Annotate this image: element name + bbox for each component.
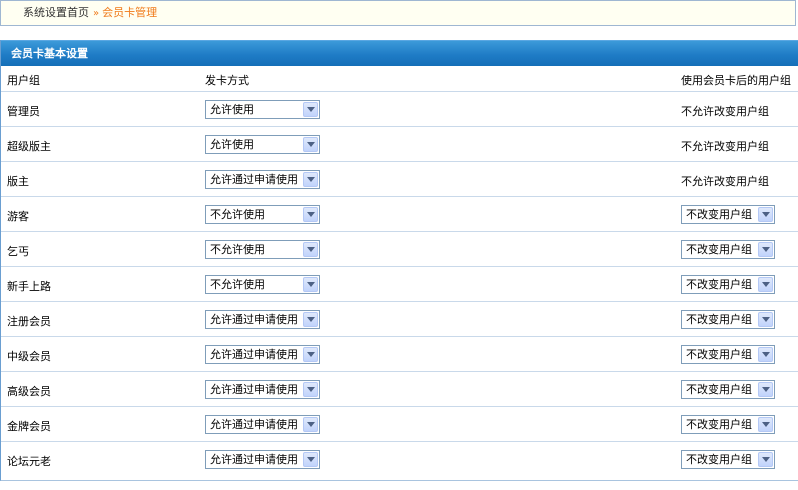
issue-method-value: 允许通过申请使用	[210, 173, 298, 186]
chevron-down-icon[interactable]	[303, 382, 318, 397]
membership-card-settings-panel: 会员卡基本设置 用户组 发卡方式 使用会员卡后的用户组 管理员 允许使用 不允许…	[0, 40, 798, 481]
user-group-name: 注册会员	[7, 315, 51, 328]
user-group-name: 管理员	[7, 105, 40, 118]
chevron-down-icon[interactable]	[303, 207, 318, 222]
chevron-down-icon[interactable]	[303, 137, 318, 152]
table-body: 管理员 允许使用 不允许改变用户组 超级版主 允许使用 不允许改变用户组 版主 …	[1, 92, 798, 477]
column-header-after: 使用会员卡后的用户组	[681, 74, 791, 87]
issue-method-select[interactable]: 不允许使用	[205, 275, 320, 294]
after-group-value: 不改变用户组	[686, 418, 752, 431]
chevron-down-icon[interactable]	[303, 347, 318, 362]
issue-method-value: 允许通过申请使用	[210, 348, 298, 361]
user-group-name: 论坛元老	[7, 455, 51, 468]
after-group-value: 不改变用户组	[686, 453, 752, 466]
issue-method-select[interactable]: 允许通过申请使用	[205, 380, 320, 399]
after-group-value: 不改变用户组	[686, 243, 752, 256]
chevron-down-icon[interactable]	[758, 382, 773, 397]
issue-method-select[interactable]: 允许通过申请使用	[205, 170, 320, 189]
user-group-name: 新手上路	[7, 280, 51, 293]
table-row: 版主 允许通过申请使用 不允许改变用户组	[1, 162, 798, 197]
after-group-value: 不改变用户组	[686, 348, 752, 361]
table-row: 游客 不允许使用 不改变用户组	[1, 197, 798, 232]
table-row: 乞丐 不允许使用 不改变用户组	[1, 232, 798, 267]
table-row: 论坛元老 允许通过申请使用 不改变用户组	[1, 442, 798, 477]
table-row: 超级版主 允许使用 不允许改变用户组	[1, 127, 798, 162]
after-group-select[interactable]: 不改变用户组	[681, 450, 775, 469]
chevron-down-icon[interactable]	[303, 242, 318, 257]
breadcrumb-home-link[interactable]: 系统设置首页	[23, 6, 89, 19]
after-group-select[interactable]: 不改变用户组	[681, 275, 775, 294]
chevron-down-icon[interactable]	[758, 452, 773, 467]
table-row: 注册会员 允许通过申请使用 不改变用户组	[1, 302, 798, 337]
after-group-value: 不改变用户组	[686, 208, 752, 221]
issue-method-value: 允许通过申请使用	[210, 383, 298, 396]
issue-method-select[interactable]: 允许通过申请使用	[205, 415, 320, 434]
issue-method-select[interactable]: 允许使用	[205, 100, 320, 119]
table-row: 中级会员 允许通过申请使用 不改变用户组	[1, 337, 798, 372]
user-group-name: 乞丐	[7, 245, 29, 258]
table-row: 金牌会员 允许通过申请使用 不改变用户组	[1, 407, 798, 442]
page: 系统设置首页 » 会员卡管理 会员卡基本设置 用户组 发卡方式 使用会员卡后的用户组…	[0, 0, 798, 490]
after-group-select[interactable]: 不改变用户组	[681, 415, 775, 434]
issue-method-value: 允许通过申请使用	[210, 453, 298, 466]
breadcrumb-current: 会员卡管理	[102, 6, 158, 19]
after-group-value: 不改变用户组	[686, 313, 752, 326]
issue-method-value: 允许通过申请使用	[210, 313, 298, 326]
user-group-name: 游客	[7, 210, 29, 223]
issue-method-value: 不允许使用	[210, 278, 265, 291]
issue-method-select[interactable]: 允许使用	[205, 135, 320, 154]
chevron-down-icon[interactable]	[303, 277, 318, 292]
chevron-down-icon[interactable]	[758, 312, 773, 327]
column-header-method: 发卡方式	[205, 74, 249, 87]
after-group-select[interactable]: 不改变用户组	[681, 240, 775, 259]
after-group-select[interactable]: 不改变用户组	[681, 380, 775, 399]
chevron-down-icon[interactable]	[303, 172, 318, 187]
after-group-select[interactable]: 不改变用户组	[681, 205, 775, 224]
after-group-text: 不允许改变用户组	[681, 175, 769, 188]
chevron-down-icon[interactable]	[303, 102, 318, 117]
after-group-value: 不改变用户组	[686, 383, 752, 396]
issue-method-value: 不允许使用	[210, 208, 265, 221]
user-group-name: 金牌会员	[7, 420, 51, 433]
issue-method-select[interactable]: 允许通过申请使用	[205, 345, 320, 364]
after-group-select[interactable]: 不改变用户组	[681, 310, 775, 329]
chevron-down-icon[interactable]	[758, 277, 773, 292]
column-header-group: 用户组	[7, 74, 40, 87]
table-header: 用户组 发卡方式 使用会员卡后的用户组	[1, 66, 798, 92]
table-row: 管理员 允许使用 不允许改变用户组	[1, 92, 798, 127]
breadcrumb: 系统设置首页 » 会员卡管理	[0, 0, 796, 26]
chevron-down-icon[interactable]	[758, 347, 773, 362]
user-group-name: 版主	[7, 175, 29, 188]
chevron-down-icon[interactable]	[758, 417, 773, 432]
chevron-down-icon[interactable]	[758, 207, 773, 222]
chevron-down-icon[interactable]	[303, 312, 318, 327]
issue-method-select[interactable]: 允许通过申请使用	[205, 450, 320, 469]
chevron-down-icon[interactable]	[303, 417, 318, 432]
chevron-down-icon[interactable]	[303, 452, 318, 467]
issue-method-value: 允许使用	[210, 138, 254, 151]
issue-method-value: 允许通过申请使用	[210, 418, 298, 431]
user-group-name: 高级会员	[7, 385, 51, 398]
after-group-text: 不允许改变用户组	[681, 105, 769, 118]
panel-title: 会员卡基本设置	[1, 40, 798, 66]
table-row: 新手上路 不允许使用 不改变用户组	[1, 267, 798, 302]
issue-method-value: 不允许使用	[210, 243, 265, 256]
after-group-text: 不允许改变用户组	[681, 140, 769, 153]
issue-method-select[interactable]: 允许通过申请使用	[205, 310, 320, 329]
table-row: 高级会员 允许通过申请使用 不改变用户组	[1, 372, 798, 407]
issue-method-select[interactable]: 不允许使用	[205, 240, 320, 259]
user-group-name: 中级会员	[7, 350, 51, 363]
issue-method-value: 允许使用	[210, 103, 254, 116]
after-group-value: 不改变用户组	[686, 278, 752, 291]
breadcrumb-separator: »	[93, 8, 100, 19]
after-group-select[interactable]: 不改变用户组	[681, 345, 775, 364]
user-group-name: 超级版主	[7, 140, 51, 153]
chevron-down-icon[interactable]	[758, 242, 773, 257]
issue-method-select[interactable]: 不允许使用	[205, 205, 320, 224]
